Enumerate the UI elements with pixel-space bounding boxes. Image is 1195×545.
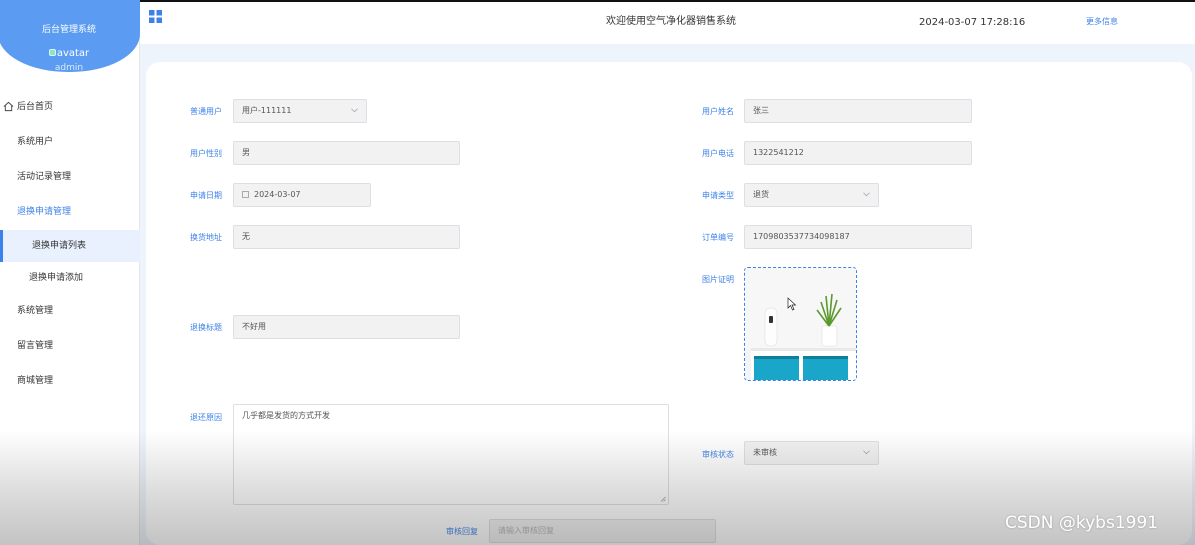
system-title: 后台管理系统 [41, 25, 96, 35]
broken-image-icon [48, 49, 56, 56]
regular-user-label: 普通用户 [190, 107, 222, 116]
sidebar-menu: 后台首页 系统用户 活动记录管理 退换申请管理 退换申请列表 退换申请添加 系统… [0, 90, 140, 399]
product-photo [745, 268, 856, 380]
return-title-input[interactable]: 不好用 [233, 315, 460, 339]
user-name-input[interactable]: 张三 [744, 99, 972, 123]
apply-date-picker[interactable]: 2024-03-07 [233, 183, 371, 207]
return-title-label: 退换标题 [190, 323, 222, 332]
user-name-value: 张三 [753, 106, 769, 115]
regular-user-value: 用户-111111 [242, 106, 292, 115]
welcome-text: 欢迎使用空气净化器销售系统 [606, 16, 736, 27]
calendar-icon [242, 191, 249, 198]
sidebar-item-label: 退换申请列表 [32, 241, 87, 251]
sidebar-item-label: 商城管理 [17, 376, 54, 386]
sidebar-item-label: 系统用户 [17, 137, 54, 147]
sidebar-item-message-management[interactable]: 留言管理 [0, 329, 140, 364]
top-border [140, 0, 1195, 2]
review-status-select[interactable]: 未审核 [744, 441, 879, 465]
sidebar-item-mall-management[interactable]: 商城管理 [0, 364, 140, 399]
chevron-down-icon [351, 108, 358, 113]
image-proof-label: 图片证明 [702, 275, 734, 284]
sidebar-item-return-requests[interactable]: 退换申请管理 [0, 195, 140, 230]
return-reason-value: 几乎都是发货的方式开发 [242, 411, 330, 420]
chevron-down-icon [863, 192, 870, 197]
avatar-alt-text: avatar [56, 48, 90, 59]
return-title-value: 不好用 [242, 322, 266, 331]
return-reason-label: 退还原因 [190, 413, 222, 422]
return-reason-textarea[interactable]: 几乎都是发货的方式开发 [233, 404, 669, 505]
apply-date-label: 申请日期 [190, 191, 222, 200]
sidebar-item-label: 系统管理 [17, 306, 54, 316]
review-reply-input[interactable]: 请输入审核回复 [489, 519, 716, 543]
order-number-input[interactable]: 1709803537734098187 [744, 225, 972, 249]
review-reply-label: 审核回复 [446, 527, 478, 536]
avatar: avatar [0, 48, 140, 59]
regular-user-select[interactable]: 用户-111111 [233, 99, 367, 123]
review-status-value: 未审核 [753, 448, 777, 457]
user-gender-input[interactable]: 男 [233, 141, 460, 165]
chevron-down-icon [863, 450, 870, 455]
review-status-label: 审核状态 [702, 450, 734, 459]
user-phone-input[interactable]: 1322541212 [744, 141, 972, 165]
sidebar-item-home[interactable]: 后台首页 [0, 90, 140, 125]
exchange-address-label: 换货地址 [190, 233, 222, 242]
apply-type-label: 申请类型 [702, 191, 734, 200]
order-number-label: 订单编号 [702, 233, 734, 242]
more-info-link[interactable]: 更多信息 [1086, 16, 1118, 27]
home-icon [3, 101, 14, 112]
apply-date-value: 2024-03-07 [254, 190, 301, 199]
sidebar: 后台管理系统 avatar admin 后台首页 系统用户 活动记录管理 退换申… [0, 0, 140, 545]
apply-type-select[interactable]: 退货 [744, 183, 879, 207]
review-reply-placeholder: 请输入审核回复 [498, 526, 554, 535]
sidebar-item-label: 退换申请管理 [17, 207, 72, 217]
sidebar-header: 后台管理系统 avatar admin [0, 0, 140, 73]
menu-toggle-icon[interactable] [149, 10, 162, 23]
sidebar-item-activity-records[interactable]: 活动记录管理 [0, 160, 140, 195]
sidebar-item-label: 退换申请添加 [29, 273, 84, 283]
order-number-value: 1709803537734098187 [753, 232, 850, 241]
user-phone-label: 用户电话 [702, 149, 734, 158]
exchange-address-input[interactable]: 无 [233, 225, 460, 249]
sidebar-item-label: 后台首页 [17, 102, 54, 112]
resize-handle-icon[interactable] [660, 496, 666, 502]
exchange-address-value: 无 [242, 232, 250, 241]
sidebar-subitem-return-request-list[interactable]: 退换申请列表 [0, 230, 140, 262]
sidebar-subitem-return-request-add[interactable]: 退换申请添加 [0, 262, 140, 294]
image-proof-upload[interactable] [744, 267, 857, 381]
user-name-label: 用户姓名 [702, 107, 734, 116]
user-gender-value: 男 [242, 148, 250, 157]
sidebar-item-system-management[interactable]: 系统管理 [0, 294, 140, 329]
watermark: CSDN @kybs1991 [1005, 513, 1159, 533]
username: admin [54, 63, 84, 73]
sidebar-item-label: 留言管理 [17, 341, 54, 351]
sidebar-item-label: 活动记录管理 [17, 172, 72, 182]
apply-type-value: 退货 [753, 190, 769, 199]
user-phone-value: 1322541212 [753, 148, 804, 157]
user-gender-label: 用户性别 [190, 149, 222, 158]
current-datetime: 2024-03-07 17:28:16 [919, 17, 1026, 28]
top-header: 欢迎使用空气净化器销售系统 2024-03-07 17:28:16 更多信息 [140, 0, 1195, 44]
sidebar-item-system-users[interactable]: 系统用户 [0, 125, 140, 160]
